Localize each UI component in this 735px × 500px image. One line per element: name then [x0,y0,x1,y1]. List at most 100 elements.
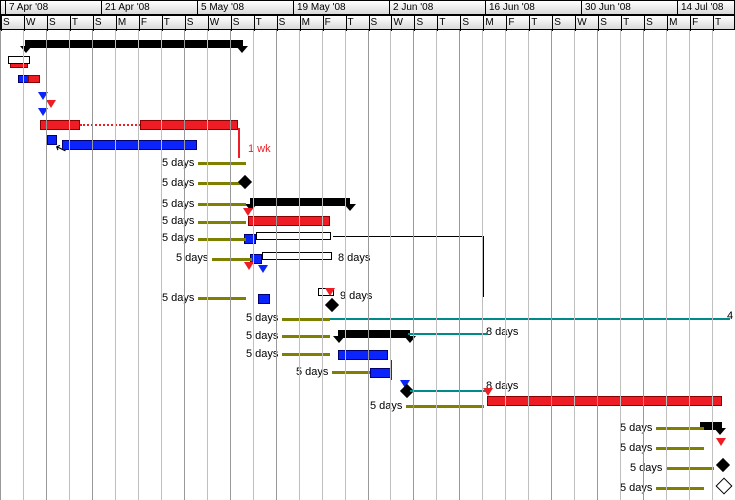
duration-label: 5 days [162,292,194,304]
timescale-minor-label: S [646,17,653,28]
summary-start-cap [333,336,345,343]
task-bar[interactable] [28,75,40,83]
summary-bar[interactable] [25,40,243,48]
duration-label: 5 days [162,232,194,244]
slack-bar [198,297,246,300]
gridline [230,30,231,500]
gridline [115,30,116,500]
timescale-minor-label: M [302,17,310,28]
dependency-link [238,128,240,158]
deadline-bar [408,333,488,335]
duration-label: 1 wk [248,143,271,155]
timescale-major-label: 7 Apr '08 [9,2,48,13]
timescale-minor-label: F [325,17,331,28]
summary-bar[interactable] [338,330,410,338]
slack-bar [198,162,246,165]
slack-bar [198,238,246,241]
timescale-minor-label: T [348,17,354,28]
gridline [207,30,208,500]
timescale-minor-label: W [210,17,219,28]
slack-bar [282,335,330,338]
gridline [643,30,644,500]
gridline [620,30,621,500]
slack-bar [332,371,370,374]
summary-end-cap [344,204,356,211]
timescale-minor-label: M [669,17,677,28]
timescale-major-label: 16 Jun '08 [489,2,535,13]
timescale-minor-label: T [715,17,721,28]
timescale-minor-label: S [462,17,469,28]
gridline [436,30,437,500]
timescale-top: 7 Apr '0821 Apr '085 May '0819 May '082 … [0,0,735,15]
task-bar[interactable] [140,120,238,130]
gridline [574,30,575,500]
duration-label: 5 days [620,422,652,434]
gridline [322,30,323,500]
timescale-major-label: 14 Jul '08 [681,2,724,13]
duration-label: 5 days [620,442,652,454]
gridline [299,30,300,500]
slack-bar [198,221,246,224]
timescale-minor-label: T [164,17,170,28]
slack-bar [656,487,704,490]
link-arrow [483,388,493,396]
gridline [23,30,24,500]
duration-label: 8 days [486,326,518,338]
gridline [368,30,369,500]
timescale-minor-label: F [141,17,147,28]
slack-bar [282,353,330,356]
task-bar[interactable] [370,368,392,378]
timescale-minor-label: W [26,17,35,28]
gridline [92,30,93,500]
gridline [459,30,460,500]
baseline-bar [8,56,30,64]
timescale-minor-label: T [256,17,262,28]
gridline [46,30,47,500]
duration-label: 5 days [246,330,278,342]
milestone[interactable] [716,458,730,472]
task-bar[interactable] [62,140,197,150]
slack-bar [406,405,484,408]
task-bar[interactable] [248,216,330,226]
link-arrow [258,265,268,273]
timescale-minor-label: S [279,17,286,28]
link-arrow [716,438,726,446]
gridline [482,30,483,500]
milestone-open[interactable] [716,478,733,495]
timescale-minor-label: M [118,17,126,28]
slack-bar [656,447,704,450]
duration-label: 5 days [620,482,652,494]
task-bar[interactable] [487,396,722,406]
summary-bar[interactable] [250,198,350,206]
timescale-minor-label: S [416,17,423,28]
gridline [551,30,552,500]
timescale-minor-label: T [531,17,537,28]
duration-label: 5 days [630,462,662,474]
dependency-link [333,236,484,297]
timescale-minor-label: T [623,17,629,28]
split-indicator [80,124,140,126]
gridline [666,30,667,500]
timescale-minor-label: W [577,17,586,28]
duration-label: 4 [727,310,733,322]
timescale-minor-label: S [187,17,194,28]
gridline [689,30,690,500]
gridline [528,30,529,500]
timescale-minor-label: W [393,17,402,28]
duration-label: 5 days [176,252,208,264]
timescale-minor-label: S [233,17,240,28]
timescale-minor-label: S [371,17,378,28]
milestone[interactable] [325,298,339,312]
duration-label: 5 days [162,198,194,210]
gridline [253,30,254,500]
timescale-bottom: SWSTSMFTSWSTSMFTSWSTSMFTSWSTSMFT [0,15,735,30]
deadline-bar [410,390,488,392]
duration-label: 5 days [162,157,194,169]
link-arrow [46,100,56,108]
task-bar[interactable] [258,294,270,304]
gantt-chart[interactable]: 7 Apr '0821 Apr '085 May '0819 May '082 … [0,0,735,500]
timescale-major-label: 2 Jun '08 [393,2,433,13]
slack-bar [212,258,252,261]
gridline [69,30,70,500]
milestone[interactable] [238,175,252,189]
